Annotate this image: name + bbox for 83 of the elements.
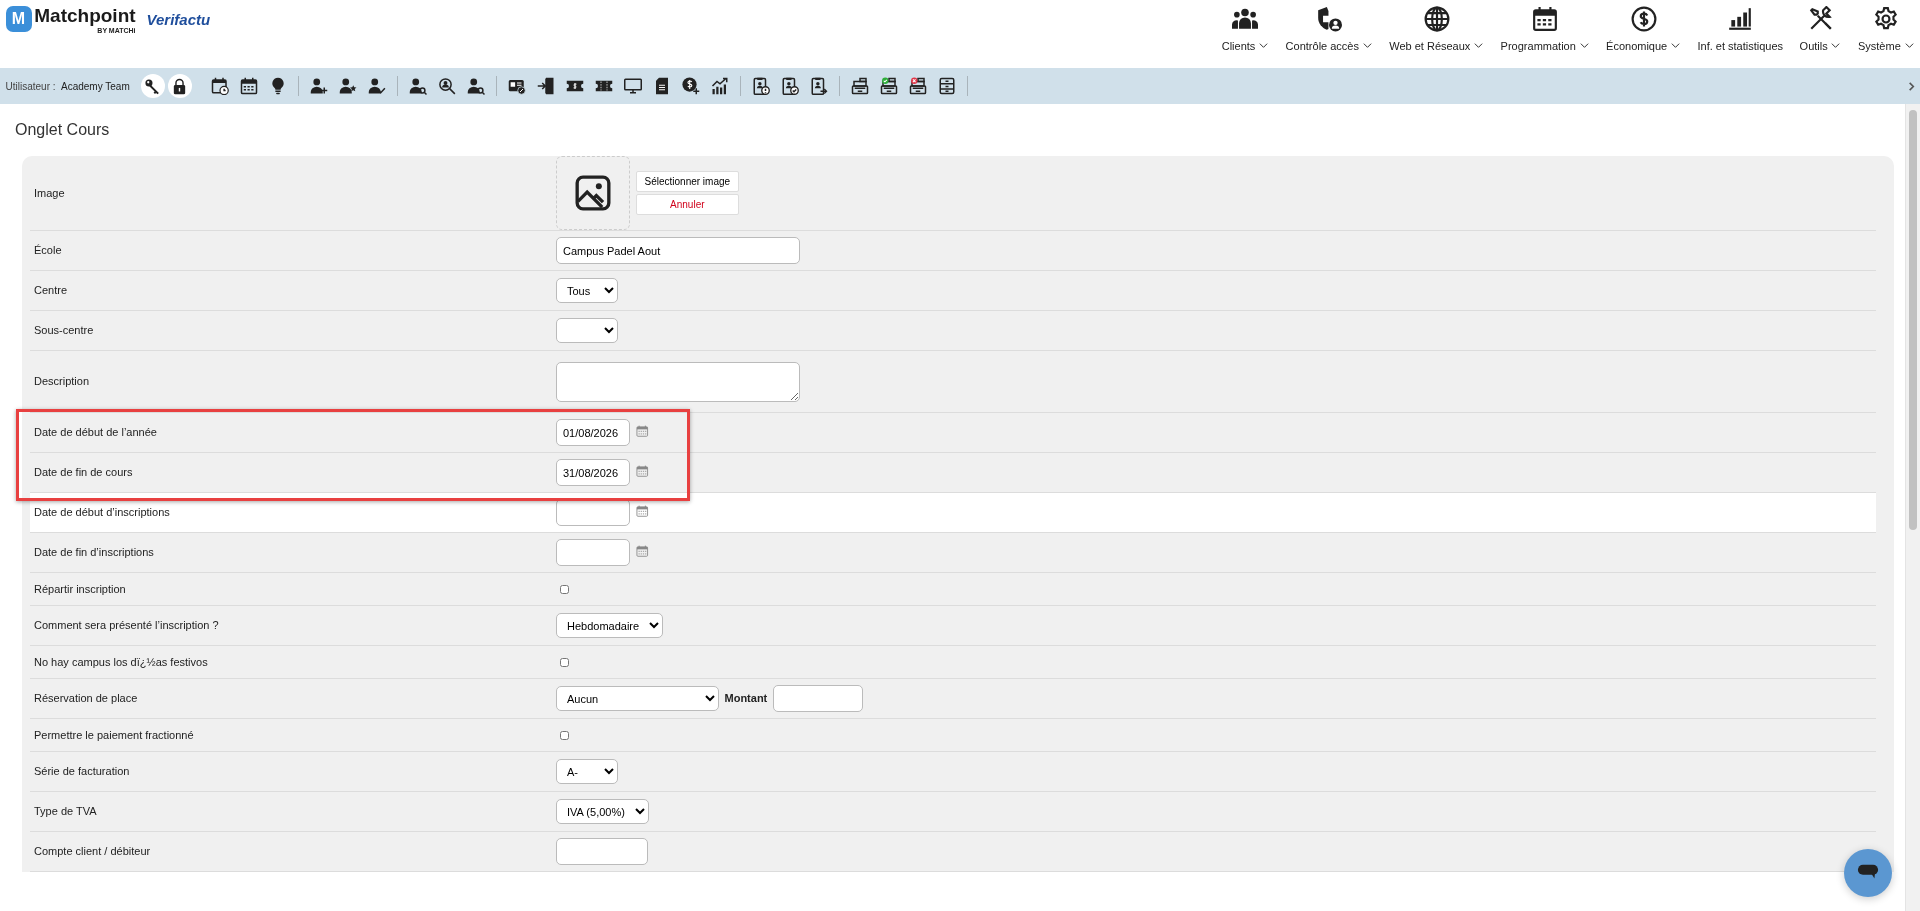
door-arrow-icon[interactable]	[536, 77, 555, 95]
person-search-icon[interactable]	[408, 77, 427, 95]
text-field[interactable]	[556, 838, 648, 865]
padlock-icon	[171, 77, 188, 95]
page-title: Onglet Cours	[14, 120, 110, 140]
magnifier-person-icon[interactable]	[437, 77, 456, 95]
date-field[interactable]: 01/08/2026	[556, 419, 630, 446]
toolbar-button[interactable]	[140, 74, 165, 98]
dropdown-select[interactable]: IVA (5,00%)	[556, 799, 649, 824]
scrollbar[interactable]	[1905, 104, 1920, 911]
text-field[interactable]: Campus Padel Aout	[556, 237, 800, 264]
nav-menu[interactable]: Web et Réseaux	[1389, 5, 1485, 54]
nav-menu[interactable]: Outils	[1799, 5, 1842, 54]
field-label: Permettre le paiement fractionné	[34, 727, 195, 743]
field-label: Comment sera présenté l’inscription ?	[34, 618, 220, 634]
person-star-icon[interactable]	[338, 77, 357, 95]
textarea-field[interactable]	[556, 361, 800, 402]
clipboard-alert-icon[interactable]	[751, 77, 770, 95]
checkbox[interactable]	[560, 657, 569, 667]
chat-button[interactable]	[1844, 849, 1892, 897]
globe-icon	[1423, 5, 1450, 32]
settings-icon	[1873, 5, 1900, 32]
monitor-icon[interactable]	[623, 77, 642, 95]
date-field[interactable]	[556, 499, 630, 526]
cash-register-cross-icon[interactable]	[908, 77, 927, 95]
drawer-icon[interactable]	[937, 77, 956, 95]
dropdown-select[interactable]: Tous	[556, 278, 618, 303]
amount-field[interactable]	[772, 685, 863, 712]
clipboard-arrow-icon[interactable]	[809, 77, 828, 95]
nav-menu[interactable]: Inf. et statistiques	[1697, 5, 1784, 54]
field-label: Centre	[34, 283, 69, 299]
date-field[interactable]: 31/08/2026	[556, 459, 630, 486]
clipboard-check-icon[interactable]	[780, 77, 799, 95]
key-icon	[144, 77, 162, 95]
logo-name: Matchpoint	[34, 5, 136, 25]
person-search-icon[interactable]	[466, 77, 485, 95]
nav-menu[interactable]: Contrôle accès	[1285, 5, 1373, 54]
checkbox[interactable]	[560, 730, 569, 740]
dropdown-select[interactable]: A-	[556, 759, 618, 784]
add-person-icon[interactable]	[309, 77, 328, 95]
user-label: Utilisateur :	[5, 79, 56, 94]
coin-plus-icon[interactable]	[681, 77, 700, 95]
field-label: Type de TVA	[34, 804, 98, 820]
nav-menu[interactable]: Système	[1857, 5, 1915, 54]
dropdown-select[interactable]: Aucun	[556, 686, 719, 711]
amount-label: Montant	[724, 691, 768, 707]
id-card-icon[interactable]	[507, 77, 526, 95]
image-icon	[573, 173, 613, 213]
field-label: Série de facturation	[34, 764, 131, 780]
field-label: Sous-centre	[34, 323, 95, 339]
field-label: Compte client / débiteur	[34, 844, 152, 860]
field-label: École	[34, 243, 63, 259]
person-check-icon[interactable]	[367, 77, 386, 95]
user-name: Academy Team	[61, 79, 130, 94]
calendar-clock-icon[interactable]	[210, 77, 229, 95]
logo-mark: M	[5, 5, 32, 32]
cash-register-check-icon[interactable]	[879, 77, 898, 95]
dollar-circle-icon	[1630, 5, 1657, 32]
field-label: No hay campus los dï¿½as festivos	[34, 654, 209, 670]
select-image-button[interactable]: Sélectionner image	[635, 170, 740, 192]
partner-logo: Verifactu	[146, 9, 211, 30]
rising-chart-icon[interactable]	[710, 77, 729, 95]
field-label: Date de fin d’inscriptions	[34, 545, 155, 561]
field-label: Description	[34, 374, 91, 390]
nav-menu[interactable]: Programmation	[1500, 5, 1590, 54]
dropdown-select[interactable]: Hebdomadaire	[556, 613, 663, 638]
cancel-button[interactable]: Annuler	[635, 194, 740, 216]
toolbar-button[interactable]	[167, 74, 192, 98]
calendar-icon	[1532, 5, 1559, 32]
field-label: Date de début d’inscriptions	[34, 505, 171, 521]
date-field[interactable]	[556, 539, 630, 566]
field-label: Date de début de l’année	[34, 425, 158, 441]
nav-menu[interactable]: Clients	[1221, 5, 1270, 54]
field-label: Date de fin de cours	[34, 465, 134, 481]
field-label: Image	[34, 185, 66, 201]
nav-menu[interactable]: Économique	[1606, 5, 1681, 54]
field-label: Réservation de place	[34, 691, 139, 707]
calendar-icon[interactable]	[239, 77, 258, 95]
checkbox[interactable]	[560, 584, 569, 594]
tools-icon	[1807, 5, 1834, 32]
cash-register-icon[interactable]	[850, 77, 869, 95]
bar-chart-icon	[1727, 5, 1754, 32]
field-label: Répartir inscription	[34, 581, 127, 597]
